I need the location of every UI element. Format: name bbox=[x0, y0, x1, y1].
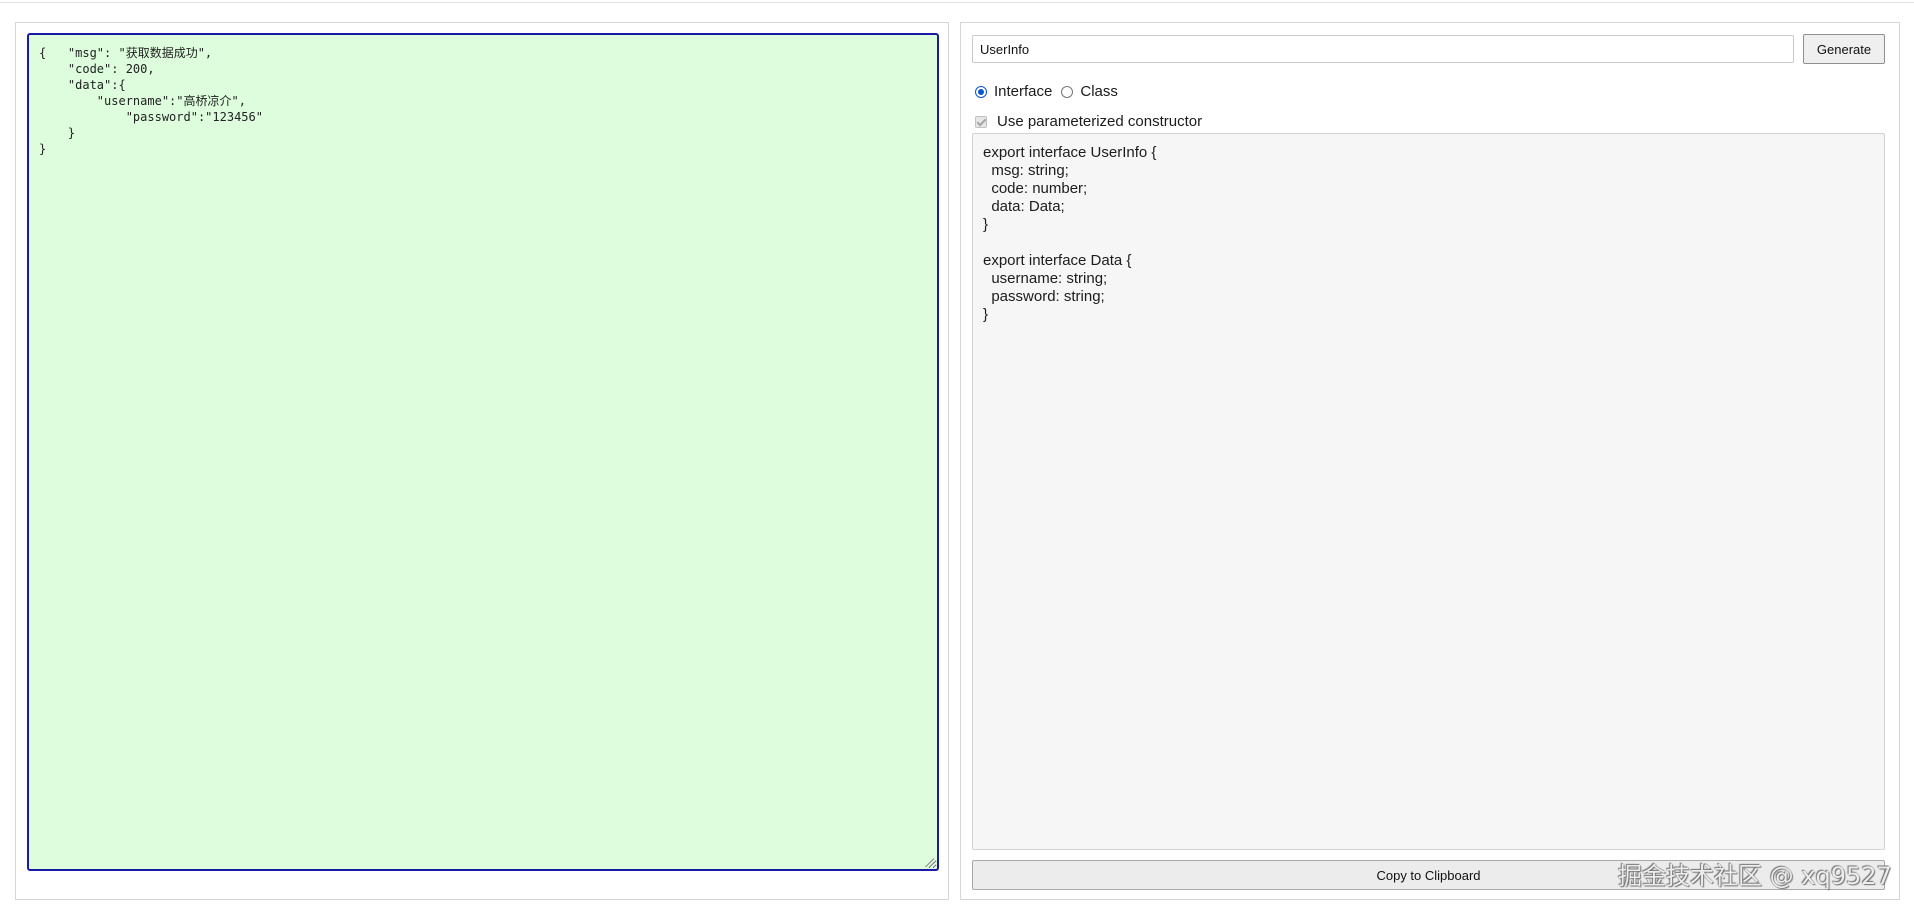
class-radio[interactable] bbox=[1061, 85, 1074, 98]
json-input-panel: { "msg": "获取数据成功", "code": 200, "data":{… bbox=[15, 22, 949, 900]
generated-code-output[interactable]: export interface UserInfo { msg: string;… bbox=[972, 133, 1885, 850]
output-kind-radio-group: Interface Class bbox=[975, 83, 1127, 100]
json-input-textarea[interactable]: { "msg": "获取数据成功", "code": 200, "data":{… bbox=[27, 33, 939, 871]
type-name-input[interactable] bbox=[972, 35, 1794, 63]
top-divider bbox=[0, 2, 1914, 3]
constructor-option-row: Use parameterized constructor bbox=[975, 113, 1202, 130]
type-generator-panel: Generate Interface Class Use parameteriz… bbox=[960, 22, 1900, 900]
parameterized-constructor-checkbox[interactable] bbox=[975, 115, 987, 128]
parameterized-constructor-label: Use parameterized constructor bbox=[997, 113, 1203, 130]
watermark: 掘金技术社区 @ xq9527 bbox=[1618, 862, 1892, 890]
textarea-resize-handle[interactable] bbox=[924, 857, 934, 867]
generate-button[interactable]: Generate bbox=[1803, 34, 1885, 64]
interface-radio-label[interactable]: Interface bbox=[994, 83, 1052, 100]
interface-radio[interactable] bbox=[975, 85, 987, 98]
class-radio-label[interactable]: Class bbox=[1080, 83, 1118, 100]
